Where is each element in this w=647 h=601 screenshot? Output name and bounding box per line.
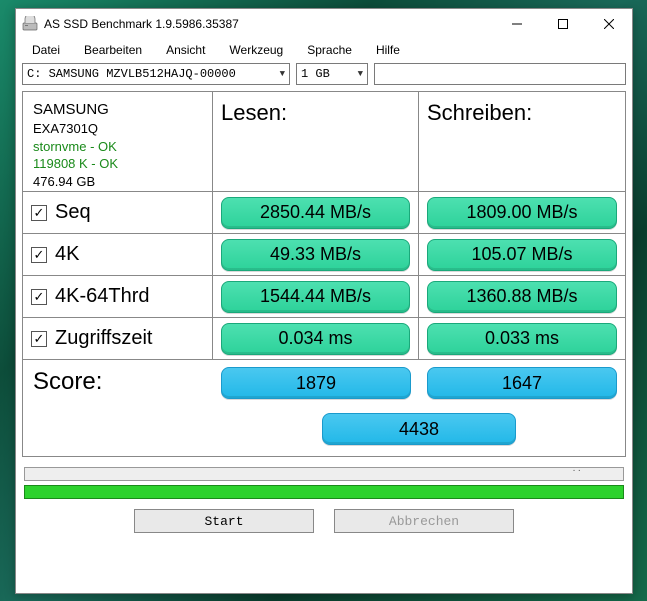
button-row: Start Abbrechen	[16, 507, 632, 543]
score-label: Score:	[23, 360, 213, 406]
minimize-button[interactable]	[494, 9, 540, 39]
test-4k-label: 4K	[55, 243, 79, 266]
close-button[interactable]	[586, 9, 632, 39]
chevron-down-icon: ▼	[358, 69, 363, 79]
menubar: Datei Bearbeiten Ansicht Werkzeug Sprach…	[16, 39, 632, 61]
checkbox-seq[interactable]: ✓	[31, 205, 47, 221]
text-input[interactable]	[374, 63, 626, 85]
access-read-value: 0.034 ms	[221, 323, 410, 355]
size-select[interactable]: 1 GB ▼	[296, 63, 368, 85]
checkbox-4k[interactable]: ✓	[31, 247, 47, 263]
menu-language[interactable]: Sprache	[295, 41, 364, 59]
drive-select[interactable]: C: SAMSUNG MZVLB512HAJQ-00000 ▼	[22, 63, 290, 85]
4k64-read-cell: 1544.44 MB/s	[213, 276, 419, 318]
access-write-value: 0.033 ms	[427, 323, 617, 355]
drive-select-value: C: SAMSUNG MZVLB512HAJQ-00000	[27, 67, 236, 81]
menu-help[interactable]: Hilfe	[364, 41, 412, 59]
driver-status: stornvme - OK	[33, 138, 117, 156]
results-grid: SAMSUNG EXA7301Q stornvme - OK 119808 K …	[22, 91, 626, 457]
chevron-down-icon: ▼	[280, 69, 285, 79]
size-select-value: 1 GB	[301, 67, 330, 81]
cancel-button[interactable]: Abbrechen	[334, 509, 514, 533]
menu-edit[interactable]: Bearbeiten	[72, 41, 154, 59]
iops-status: 119808 K - OK	[33, 155, 118, 173]
score-write-value: 1647	[427, 367, 617, 399]
progress-bar-1: ··	[24, 467, 624, 481]
window-title: AS SSD Benchmark 1.9.5986.35387	[44, 17, 239, 31]
score-read-value: 1879	[221, 367, 411, 399]
checkbox-access[interactable]: ✓	[31, 331, 47, 347]
seq-write-value: 1809.00 MB/s	[427, 197, 617, 229]
test-4k-row: ✓ 4K	[23, 234, 213, 276]
4k-read-cell: 49.33 MB/s	[213, 234, 419, 276]
4k64-read-value: 1544.44 MB/s	[221, 281, 410, 313]
control-row: C: SAMSUNG MZVLB512HAJQ-00000 ▼ 1 GB ▼	[16, 61, 632, 91]
progress-bar-2	[24, 485, 624, 499]
seq-read-cell: 2850.44 MB/s	[213, 192, 419, 234]
seq-write-cell: 1809.00 MB/s	[419, 192, 625, 234]
drive-info: SAMSUNG EXA7301Q stornvme - OK 119808 K …	[23, 92, 213, 192]
test-4k64-row: ✓ 4K-64Thrd	[23, 276, 213, 318]
access-read-cell: 0.034 ms	[213, 318, 419, 360]
test-access-row: ✓ Zugriffszeit	[23, 318, 213, 360]
app-window: AS SSD Benchmark 1.9.5986.35387 Datei Be…	[15, 8, 633, 594]
4k64-write-cell: 1360.88 MB/s	[419, 276, 625, 318]
score-total-cell: 4438	[213, 406, 625, 452]
test-access-label: Zugriffszeit	[55, 327, 152, 350]
4k-write-cell: 105.07 MB/s	[419, 234, 625, 276]
app-icon	[22, 16, 38, 32]
menu-file[interactable]: Datei	[20, 41, 72, 59]
test-seq-row: ✓ Seq	[23, 192, 213, 234]
score-total-value: 4438	[322, 413, 516, 445]
resize-grip-icon: ··	[572, 465, 583, 476]
drive-capacity: 476.94 GB	[33, 173, 95, 191]
score-row: Score: 1879 1647 4438	[23, 360, 625, 456]
menu-tools[interactable]: Werkzeug	[217, 41, 295, 59]
test-seq-label: Seq	[55, 201, 91, 224]
column-header-read: Lesen:	[213, 92, 419, 192]
score-read-cell: 1879	[213, 360, 419, 406]
menu-view[interactable]: Ansicht	[154, 41, 217, 59]
score-write-cell: 1647	[419, 360, 625, 406]
titlebar: AS SSD Benchmark 1.9.5986.35387	[16, 9, 632, 39]
start-button[interactable]: Start	[134, 509, 314, 533]
drive-name: SAMSUNG	[33, 100, 109, 120]
access-write-cell: 0.033 ms	[419, 318, 625, 360]
column-header-write: Schreiben:	[419, 92, 625, 192]
4k-write-value: 105.07 MB/s	[427, 239, 617, 271]
seq-read-value: 2850.44 MB/s	[221, 197, 410, 229]
test-4k64-label: 4K-64Thrd	[55, 285, 150, 308]
checkbox-4k64[interactable]: ✓	[31, 289, 47, 305]
maximize-button[interactable]	[540, 9, 586, 39]
drive-firmware: EXA7301Q	[33, 120, 98, 138]
4k64-write-value: 1360.88 MB/s	[427, 281, 617, 313]
4k-read-value: 49.33 MB/s	[221, 239, 410, 271]
